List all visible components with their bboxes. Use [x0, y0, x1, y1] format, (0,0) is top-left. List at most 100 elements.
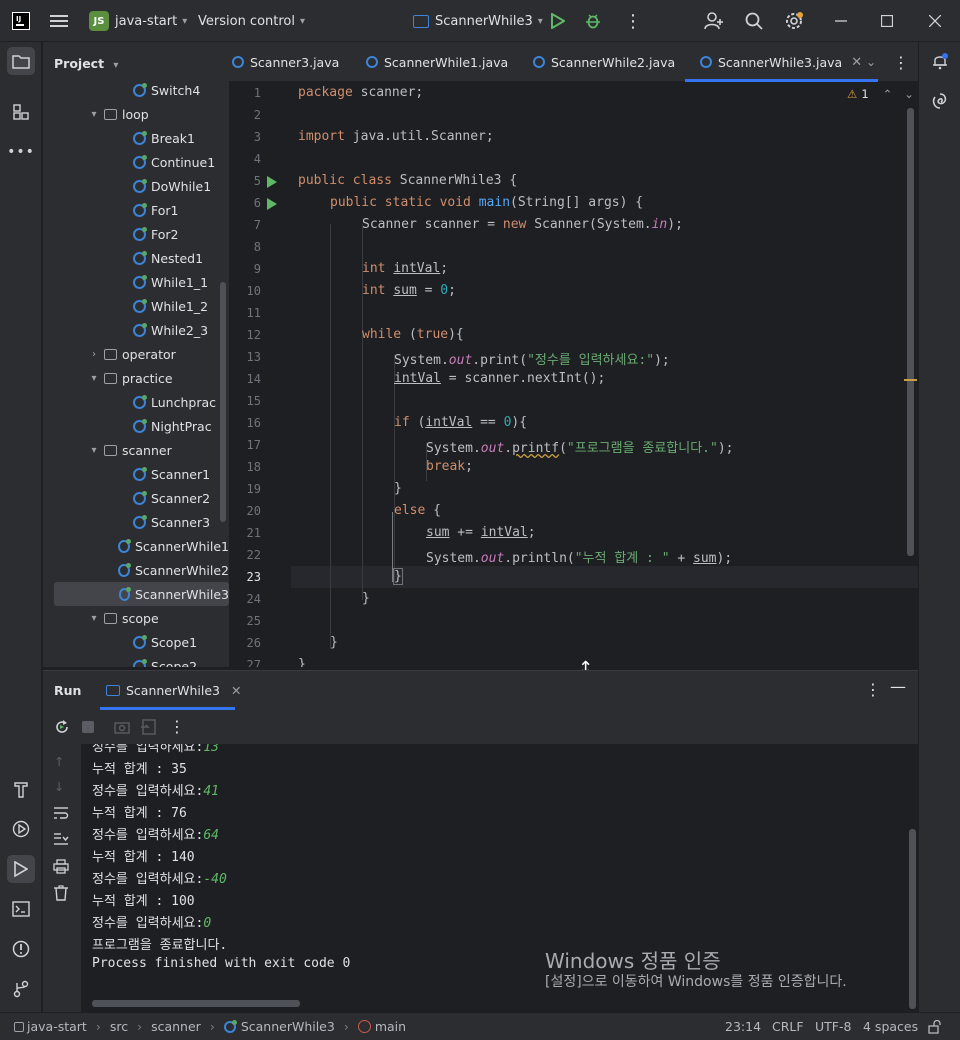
app-logo-icon[interactable]: IJ [12, 0, 30, 42]
tree-class-scope1[interactable]: Scope1 [43, 630, 229, 654]
tree-class-scanner2[interactable]: Scanner2 [43, 486, 229, 510]
project-panel-header[interactable]: Project ▾ [54, 56, 118, 71]
services-icon[interactable] [7, 815, 35, 843]
project-scrollbar[interactable] [220, 282, 226, 522]
tree-package-scanner[interactable]: ▾ scanner [43, 438, 229, 462]
git-icon[interactable] [7, 975, 35, 1003]
breadcrumb-class[interactable]: ScannerWhile3 [241, 1019, 335, 1034]
tab-more-icon[interactable]: ⋮ [893, 42, 909, 82]
close-run-tab-icon[interactable]: ✕ [231, 683, 241, 698]
settings-gear-icon[interactable] [784, 0, 804, 42]
editor-scrollbar[interactable] [907, 108, 914, 556]
next-highlight-icon[interactable]: ⌄ [904, 87, 914, 101]
tree-class-nightprac[interactable]: NightPrac [43, 414, 229, 438]
tree-class-lunchprac[interactable]: Lunchprac [43, 390, 229, 414]
tab-scannerwhile1[interactable]: ScannerWhile1.java [366, 42, 508, 82]
console-vertical-scrollbar[interactable] [909, 829, 916, 1009]
structure-icon[interactable] [7, 98, 35, 126]
breadcrumb-project[interactable]: java-start [27, 1019, 87, 1034]
console-output[interactable]: 정수를 입력하세요:13 누적 합계 : 35 정수를 입력하세요:41 누적 합계 … [81, 744, 918, 1012]
notifications-bell-icon[interactable] [926, 47, 954, 75]
tree-class-while1_2[interactable]: While1_2 [43, 294, 229, 318]
inspection-widget[interactable]: ⚠ 1 ⌃ ⌄ [847, 87, 914, 101]
tree-class-for1[interactable]: For1 [43, 198, 229, 222]
tree-package-scope[interactable]: ▾ scope [43, 606, 229, 630]
run-main-gutter-icon[interactable] [267, 198, 277, 210]
vcs-menu[interactable]: Version control ▾ [198, 0, 305, 42]
breadcrumb-src[interactable]: src [110, 1019, 128, 1034]
run-tool-icon[interactable] [7, 855, 35, 883]
tree-class-while1_1[interactable]: While1_1 [43, 270, 229, 294]
chevron-down-icon[interactable]: ▾ [87, 445, 101, 456]
chevron-down-icon[interactable]: ▾ [87, 613, 101, 624]
project-switcher[interactable]: JS java-start ▾ [89, 0, 187, 42]
tree-class-switch4[interactable]: Switch4 [43, 78, 229, 102]
main-menu-icon[interactable] [50, 0, 68, 42]
restore-layout-icon[interactable] [140, 719, 156, 738]
run-config-selector[interactable]: ScannerWhile3 ▾ [413, 0, 543, 42]
prev-highlight-icon[interactable]: ⌃ [883, 87, 893, 101]
more-actions-icon[interactable]: ⋮ [624, 0, 642, 42]
tree-class-scanner3[interactable]: Scanner3 [43, 510, 229, 534]
add-user-icon[interactable] [704, 0, 724, 42]
tree-package-loop[interactable]: ▾ loop [43, 102, 229, 126]
caret-position[interactable]: 23:14 [725, 1013, 761, 1040]
tree-class-dowhile1[interactable]: DoWhile1 [43, 174, 229, 198]
tabs-dropdown-icon[interactable]: ⌄ [866, 42, 876, 82]
chevron-down-icon[interactable]: ▾ [87, 109, 101, 120]
console-horizontal-scrollbar[interactable] [92, 1000, 300, 1007]
build-hammer-icon[interactable] [7, 775, 35, 803]
tree-class-nested1[interactable]: Nested1 [43, 246, 229, 270]
maximize-button[interactable] [881, 0, 893, 42]
tree-class-break1[interactable]: Break1 [43, 126, 229, 150]
run-panel-more-icon[interactable]: ⋮ [865, 680, 881, 699]
tab-scannerwhile2[interactable]: ScannerWhile2.java [533, 42, 675, 82]
run-tab[interactable]: ScannerWhile3 ✕ [104, 671, 244, 709]
chevron-right-icon[interactable]: › [87, 349, 101, 360]
run-tool-more-icon[interactable]: ⋮ [169, 717, 185, 736]
tree-class-scannerwhile2[interactable]: ScannerWhile2 [43, 558, 229, 582]
close-tab-icon[interactable]: ✕ [851, 55, 862, 70]
tree-class-while2_3[interactable]: While2_3 [43, 318, 229, 342]
scroll-up-icon[interactable]: ↑ [54, 754, 64, 769]
scroll-down-icon[interactable]: ↓ [54, 779, 64, 794]
close-window-button[interactable] [929, 0, 941, 42]
chevron-down-icon[interactable]: ▾ [87, 373, 101, 384]
rerun-icon[interactable] [54, 719, 70, 738]
project-folder-icon[interactable] [7, 47, 35, 75]
run-button[interactable] [551, 0, 565, 42]
tree-package-operator[interactable]: › operator [43, 342, 229, 366]
problems-icon[interactable] [7, 935, 35, 963]
run-class-gutter-icon[interactable] [267, 176, 277, 188]
hide-panel-icon[interactable]: — [890, 677, 906, 696]
terminal-icon[interactable] [7, 895, 35, 923]
tree-class-continue1[interactable]: Continue1 [43, 150, 229, 174]
tab-scanner3[interactable]: Scanner3.java [232, 42, 339, 82]
tree-class-scannerwhile1[interactable]: ScannerWhile1 [43, 534, 229, 558]
tab-scannerwhile3[interactable]: ScannerWhile3.java ✕ [684, 42, 879, 82]
breadcrumb-package[interactable]: scanner [151, 1019, 201, 1034]
tree-class-scanner1[interactable]: Scanner1 [43, 462, 229, 486]
trash-icon[interactable] [53, 885, 69, 904]
indent-setting[interactable]: 4 spaces [863, 1013, 918, 1040]
ai-assistant-icon[interactable] [926, 87, 954, 115]
more-tools-icon[interactable]: ••• [7, 138, 35, 166]
print-icon[interactable] [53, 859, 69, 877]
tree-class-scope2[interactable]: Scope2 [43, 654, 229, 667]
soft-wrap-icon[interactable] [53, 806, 69, 823]
line-separator[interactable]: CRLF [772, 1013, 804, 1040]
tree-class-for2[interactable]: For2 [43, 222, 229, 246]
breadcrumb-method[interactable]: main [375, 1019, 406, 1034]
scroll-to-end-icon[interactable] [53, 832, 69, 849]
tree-class-scannerwhile3[interactable]: ScannerWhile3 [54, 582, 229, 606]
code-editor[interactable]: 1 2 3 4 5 6 7 8 9 10 11 12 13 14 15 16 17 18 19 20 21 22 23 24 2… [229, 82, 918, 667]
minimize-button[interactable] [835, 0, 847, 42]
debug-button[interactable] [585, 0, 601, 42]
search-icon[interactable] [745, 0, 763, 42]
lock-icon[interactable] [928, 1013, 942, 1040]
warning-marker[interactable] [904, 379, 917, 381]
file-encoding[interactable]: UTF-8 [815, 1013, 851, 1040]
screenshot-icon[interactable] [114, 720, 130, 737]
stop-icon[interactable] [82, 721, 94, 733]
tree-package-practice[interactable]: ▾ practice [43, 366, 229, 390]
